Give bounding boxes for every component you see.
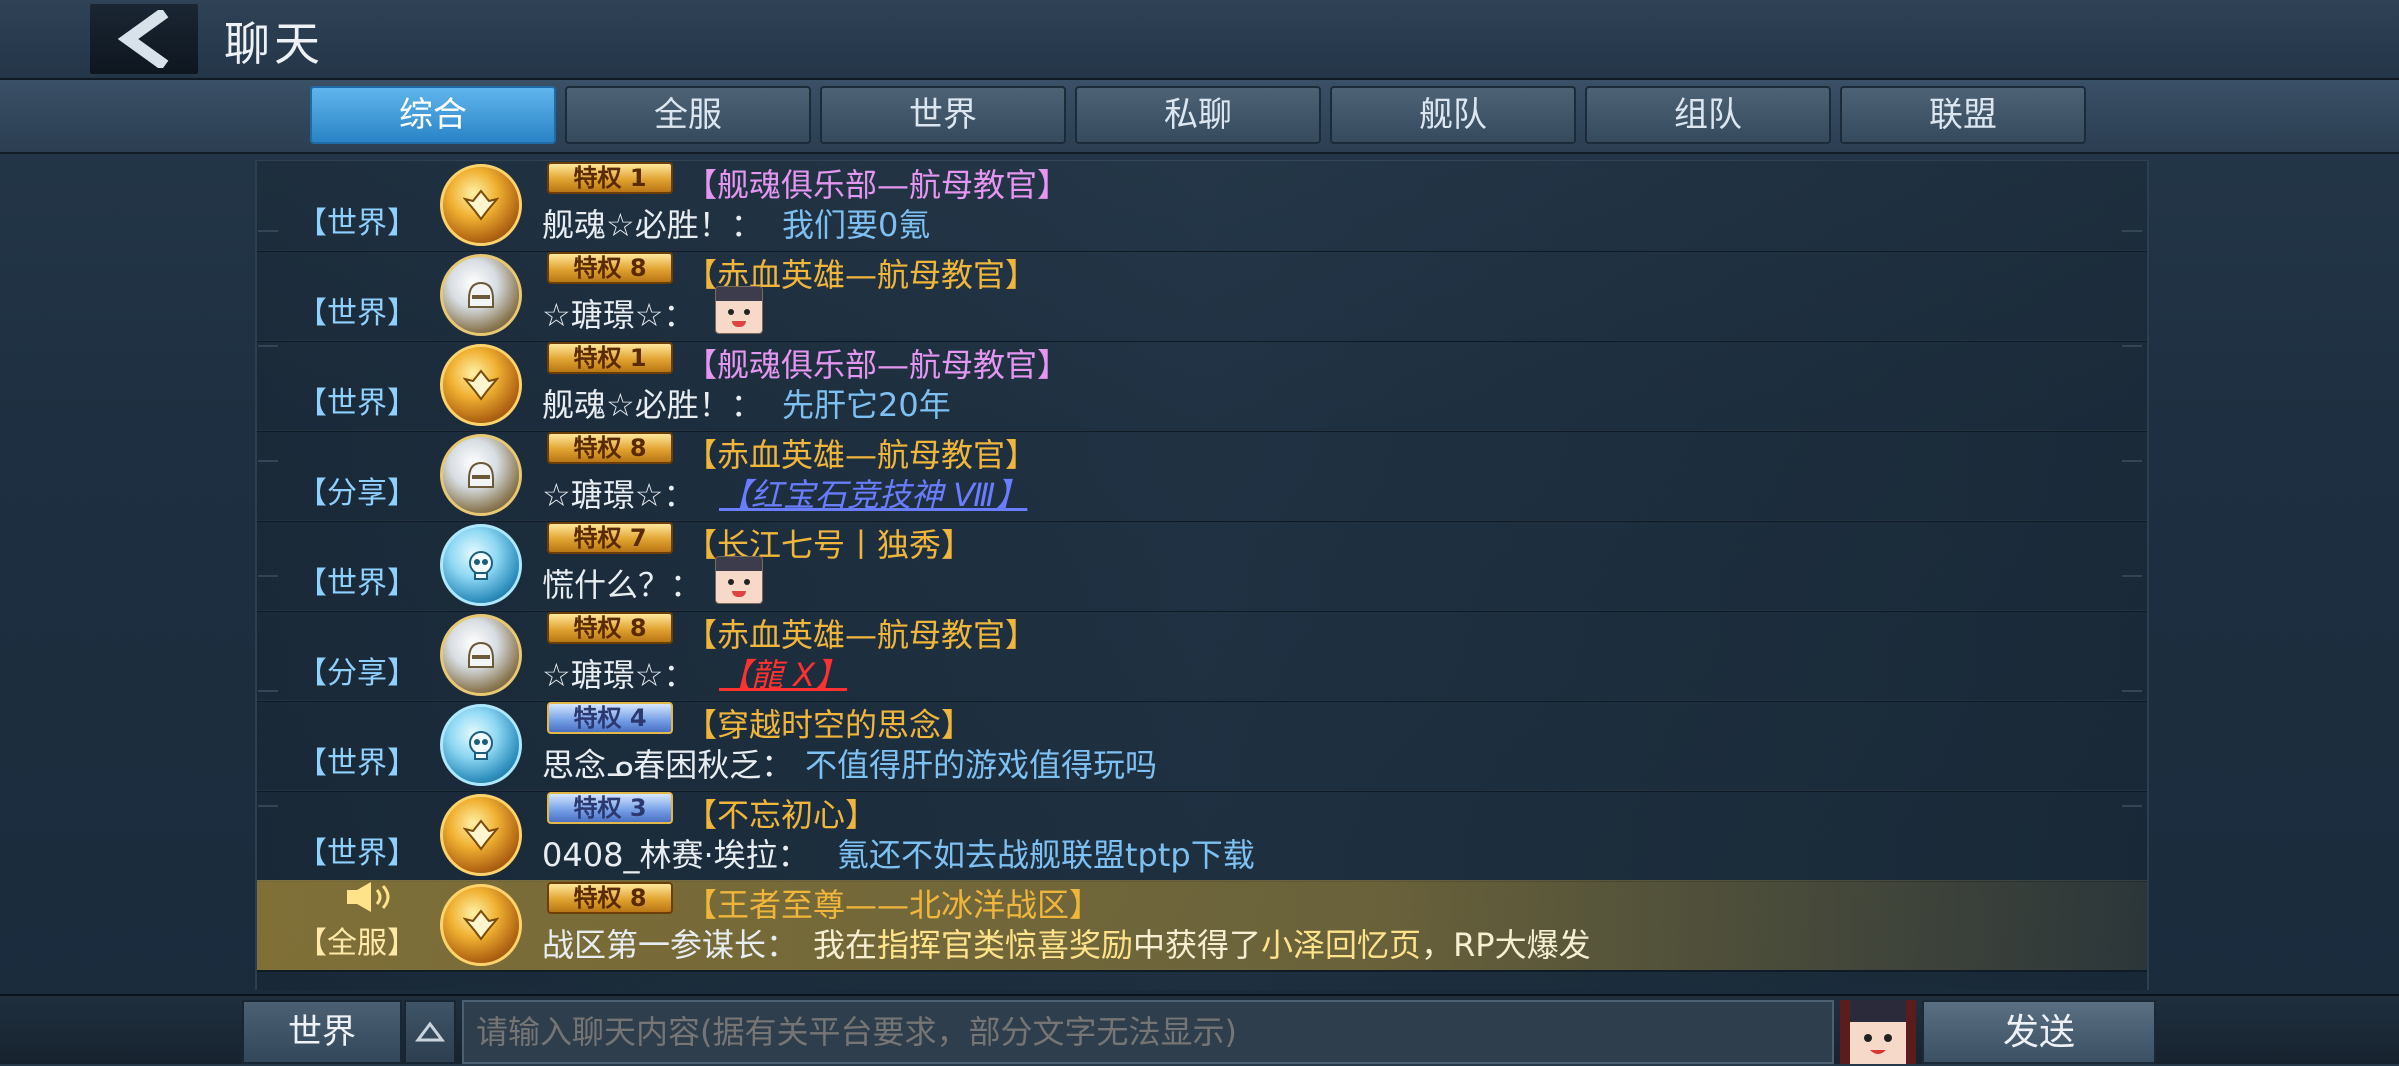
channel-select-button[interactable]: 世界 [242, 1000, 402, 1064]
chat-message: 【世界】 特权 1 【舰魂俱乐部—航母教官】 舰魂☆必胜！： 先肝它20年 [257, 340, 2147, 432]
message-text: 我们要0氪 [782, 206, 931, 244]
blue-avatar[interactable] [440, 704, 522, 786]
message-text: 氪还不如去战舰联盟tptp下载 [837, 836, 1255, 874]
tab-private[interactable]: 私聊 [1075, 86, 1321, 144]
top-bar: 聊天 [0, 0, 2399, 80]
tab-all-channels[interactable]: 综合 [310, 86, 556, 144]
privilege-badge: 特权 1 [547, 162, 673, 194]
message-channel: 【世界】 [297, 746, 417, 781]
silver-avatar[interactable] [440, 254, 522, 336]
emoji-picker-button[interactable] [1840, 1000, 1916, 1064]
silver-avatar[interactable] [440, 434, 522, 516]
message-channel: 【分享】 [297, 656, 417, 691]
tab-fleet[interactable]: 舰队 [1330, 86, 1576, 144]
tab-alliance[interactable]: 联盟 [1840, 86, 2086, 144]
send-button[interactable]: 发送 [1922, 1000, 2156, 1064]
privilege-badge: 特权 4 [547, 702, 673, 734]
message-channel: 【世界】 [297, 386, 417, 421]
message-channel: 【世界】 [297, 296, 417, 331]
helmet-emblem-icon [468, 461, 494, 488]
player-name[interactable]: ☆瑭璟☆： [542, 290, 695, 336]
player-name[interactable]: 慌什么？： [542, 560, 702, 606]
player-name[interactable]: ☆瑭璟☆： [542, 650, 695, 696]
eagle-emblem-icon [463, 819, 499, 851]
gold-avatar[interactable] [440, 884, 522, 966]
message-channel: 【世界】 [297, 836, 417, 871]
eagle-emblem-icon [463, 369, 499, 401]
chat-message: 【世界】 特权 8 【赤血英雄—航母教官】 ☆瑭璟☆： [257, 250, 2147, 342]
player-name[interactable]: 0408_林赛·埃拉： [542, 830, 810, 876]
shared-item-link[interactable]: 【龍 X】 [719, 650, 847, 696]
helmet-emblem-icon [468, 641, 494, 668]
gold-avatar[interactable] [440, 794, 522, 876]
back-button[interactable] [90, 4, 198, 74]
gold-avatar[interactable] [440, 164, 522, 246]
message-channel: 【分享】 [297, 476, 417, 511]
privilege-badge: 特权 8 [547, 882, 673, 914]
gold-avatar[interactable] [440, 344, 522, 426]
chat-message-list[interactable]: 【世界】 特权 1 【舰魂俱乐部—航母教官】 舰魂☆必胜！： 我们要0氪 【世界… [255, 160, 2149, 990]
sticker-emoji [715, 556, 763, 604]
speaker-icon [347, 882, 390, 912]
privilege-badge: 特权 7 [547, 522, 673, 554]
eagle-emblem-icon [463, 189, 499, 221]
privilege-badge: 特权 3 [547, 792, 673, 824]
back-arrow-icon [117, 10, 169, 68]
privilege-badge: 特权 8 [547, 252, 673, 284]
shared-item-link[interactable]: 【红宝石竞技神 Ⅷ】 [719, 470, 1027, 516]
triangle-up-icon [415, 1021, 445, 1042]
system-message-text: 我在指挥官类惊喜奖励中获得了小泽回忆页，RP大爆发 [813, 926, 1591, 964]
message-text: 先肝它20年 [782, 386, 951, 424]
player-name[interactable]: ☆瑭璟☆： [542, 470, 695, 516]
silver-avatar[interactable] [440, 614, 522, 696]
message-channel: 【世界】 [297, 206, 417, 241]
message-channel: 【世界】 [297, 566, 417, 601]
chat-message: 【世界】 特权 4 【穿越时空的思念】 思念ᓄ春困秋乏： 不值得肝的游戏值得玩吗 [257, 700, 2147, 792]
tab-server[interactable]: 全服 [565, 86, 811, 144]
chat-message: 【世界】 特权 7 【长江七号丨独秀】 慌什么？： [257, 520, 2147, 612]
tab-team[interactable]: 组队 [1585, 86, 1831, 144]
player-name[interactable]: 思念ᓄ春困秋乏： [542, 740, 793, 786]
eagle-emblem-icon [463, 909, 499, 941]
channel-tab-strip: 综合 全服 世界 私聊 舰队 组队 联盟 [0, 80, 2399, 154]
privilege-badge: 特权 8 [547, 432, 673, 464]
player-name[interactable]: 舰魂☆必胜！： [542, 200, 763, 246]
page-title: 聊天 [224, 17, 324, 71]
chat-input-bar: 世界 发送 [0, 994, 2399, 1064]
chat-message: 【分享】 特权 8 【赤血英雄—航母教官】 ☆瑭璟☆： 【红宝石竞技神 Ⅷ】 [257, 430, 2147, 522]
privilege-badge: 特权 8 [547, 612, 673, 644]
blue-avatar[interactable] [440, 524, 522, 606]
sticker-emoji [715, 286, 763, 334]
message-text: 不值得肝的游戏值得玩吗 [805, 746, 1158, 784]
player-name[interactable]: 战区第一参谋长： [542, 920, 798, 966]
skull-emblem-icon [469, 551, 493, 580]
chat-message: 【世界】 特权 1 【舰魂俱乐部—航母教官】 舰魂☆必胜！： 我们要0氪 [257, 160, 2147, 252]
chat-message: 【世界】 特权 3 【不忘初心】 0408_林赛·埃拉： 氪还不如去战舰联盟tp… [257, 790, 2147, 882]
system-broadcast-message: 【全服】 特权 8 【王者至尊——北冰洋战区】 战区第一参谋长： 我在指挥官类惊… [257, 880, 2147, 972]
sticker-face-icon [1850, 1000, 1906, 1064]
player-name[interactable]: 舰魂☆必胜！： [542, 380, 763, 426]
channel-dropdown-toggle[interactable] [404, 1000, 456, 1064]
message-channel: 【全服】 [297, 926, 417, 961]
privilege-badge: 特权 1 [547, 342, 673, 374]
skull-emblem-icon [469, 731, 493, 760]
chat-input[interactable] [462, 1000, 1834, 1064]
tab-world[interactable]: 世界 [820, 86, 1066, 144]
chat-message: 【分享】 特权 8 【赤血英雄—航母教官】 ☆瑭璟☆： 【龍 X】 [257, 610, 2147, 702]
helmet-emblem-icon [468, 281, 494, 308]
